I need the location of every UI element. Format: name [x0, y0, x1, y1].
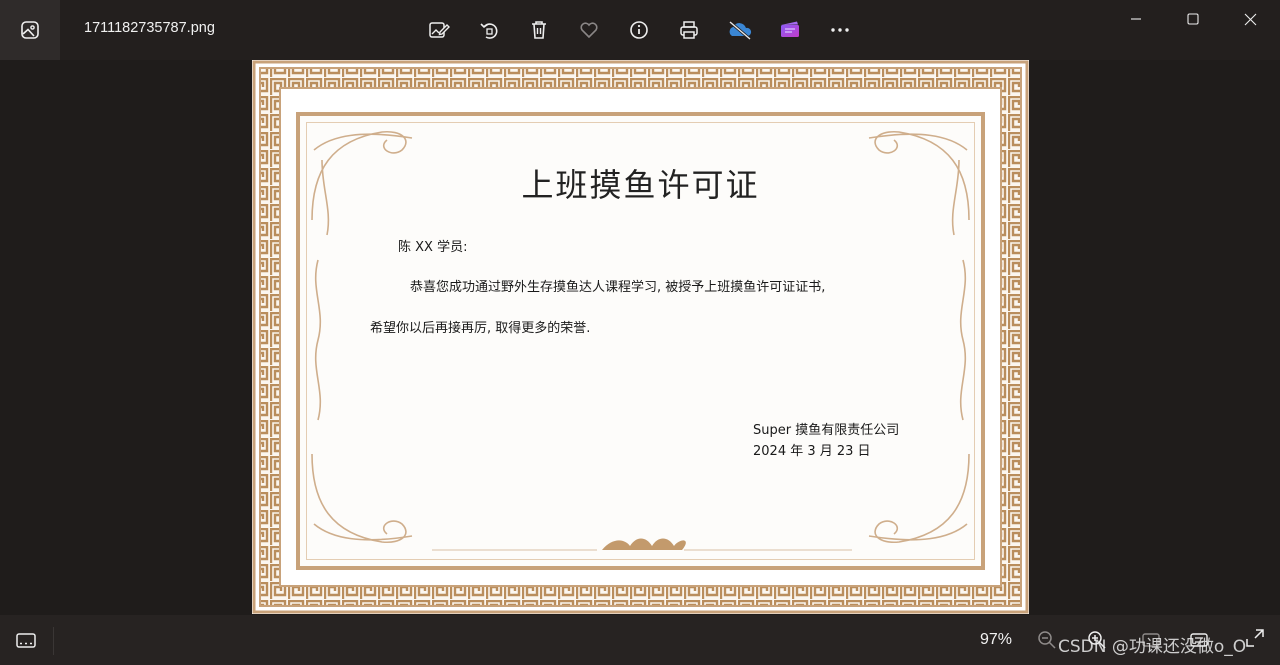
fullscreen-expand-icon	[1246, 629, 1264, 647]
zoom-level[interactable]: 97%	[980, 631, 1012, 649]
certificate-body-line1: 恭喜您成功通过野外生存摸鱼达人课程学习, 被授予上班摸鱼许可证证书,	[410, 280, 826, 295]
zoom-out-button[interactable]	[1036, 629, 1060, 653]
onedrive-button[interactable]	[724, 14, 756, 46]
more-options-icon	[831, 28, 849, 32]
csdn-watermark: CSDN @功课还没做o_O	[1058, 637, 1247, 657]
image-viewer[interactable]: 上班摸鱼许可证 陈 XX 学员: 恭喜您成功通过野外生存摸鱼达人课程学习, 被授…	[0, 60, 1280, 615]
more-options-button[interactable]	[824, 14, 856, 46]
minimize-icon	[1131, 18, 1141, 20]
filmstrip-icon	[16, 633, 36, 648]
app-icon-button[interactable]	[0, 0, 60, 60]
edit-image-icon	[429, 22, 450, 38]
rotate-icon	[480, 23, 498, 39]
print-button[interactable]	[673, 14, 705, 46]
bottom-bar: 97% CSDN @功课还没做o_O	[0, 615, 1280, 665]
fullscreen-button[interactable]	[1244, 627, 1268, 651]
photos-app-icon	[21, 21, 39, 39]
file-info-icon	[630, 21, 648, 39]
file-name: 1711182735787.png	[84, 20, 215, 36]
certificate-date: 2024 年 3 月 23 日	[753, 444, 871, 459]
zoom-out-icon	[1038, 631, 1056, 649]
favorite-heart-icon	[580, 22, 598, 39]
rotate-button[interactable]	[473, 14, 505, 46]
bottom-divider	[53, 627, 54, 655]
clipchamp-button[interactable]	[774, 14, 806, 46]
edit-image-button[interactable]	[423, 14, 455, 46]
certificate-salutation: 陈 XX 学员:	[398, 240, 468, 255]
certificate-issuer: Super 摸鱼有限责任公司	[753, 423, 900, 438]
maximize-button[interactable]	[1165, 0, 1221, 38]
certificate-body-line2: 希望你以后再接再厉, 取得更多的荣誉.	[370, 321, 591, 336]
maximize-icon	[1187, 13, 1199, 25]
title-bar: 1711182735787.png	[0, 0, 1280, 60]
favorite-button[interactable]	[573, 14, 605, 46]
close-button[interactable]	[1222, 0, 1278, 38]
print-icon	[680, 21, 698, 39]
onedrive-sync-off-icon	[729, 20, 752, 41]
minimize-button[interactable]	[1108, 0, 1164, 38]
delete-icon	[532, 21, 546, 39]
file-info-button[interactable]	[623, 14, 655, 46]
close-icon	[1244, 13, 1256, 25]
certificate-title: 上班摸鱼许可证	[521, 166, 760, 204]
clipchamp-icon	[781, 21, 799, 37]
delete-button[interactable]	[523, 14, 555, 46]
certificate-image: 上班摸鱼许可证 陈 XX 学员: 恭喜您成功通过野外生存摸鱼达人课程学习, 被授…	[252, 60, 1029, 614]
filmstrip-toggle-button[interactable]	[10, 627, 42, 655]
